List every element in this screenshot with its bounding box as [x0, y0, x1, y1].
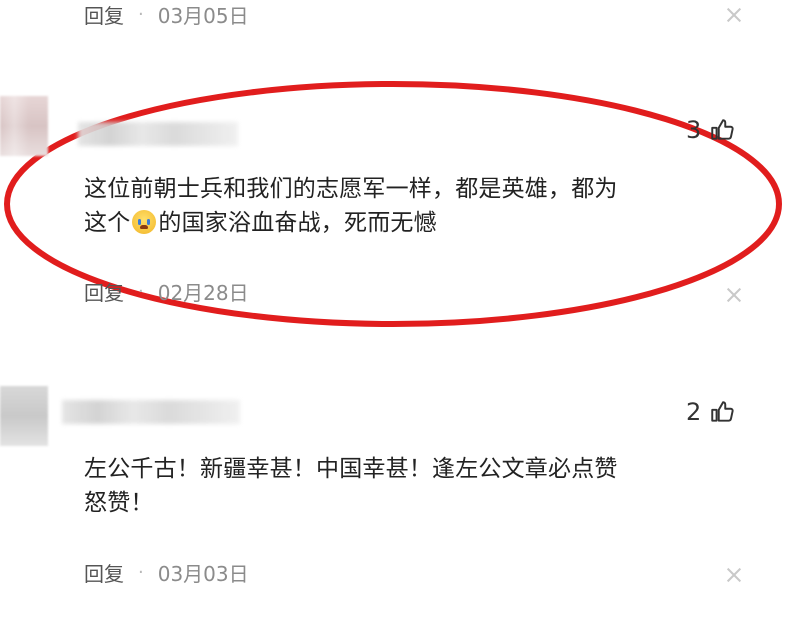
close-icon[interactable]	[727, 8, 741, 22]
avatar[interactable]	[0, 96, 48, 156]
comment-text: 这位前朝士兵和我们的志愿军一样，都是英雄，都为 这个 的国家浴血奋战，死而无憾	[84, 172, 784, 240]
comment-text-line: 这个 的国家浴血奋战，死而无憾	[84, 206, 784, 240]
comment-date: 02月28日	[157, 281, 249, 305]
reply-button[interactable]: 回复	[84, 0, 124, 29]
close-icon[interactable]	[727, 568, 741, 582]
close-icon[interactable]	[727, 288, 741, 302]
reply-button[interactable]: 回复	[84, 558, 124, 587]
username-blurred[interactable]	[62, 400, 240, 424]
separator-dot: ·	[138, 281, 144, 302]
comment-meta: 回复 · 02月28日	[84, 277, 249, 306]
comment-text-line: 怒赞！	[84, 490, 154, 516]
like-count: 2	[686, 398, 702, 426]
comment-text: 左公千古！新疆幸甚！中国幸甚！逢左公文章必点赞 怒赞！	[84, 452, 784, 520]
like-button[interactable]: 3	[686, 116, 735, 144]
comment-text-line: 这位前朝士兵和我们的志愿军一样，都是英雄，都为	[84, 176, 618, 202]
separator-dot: ·	[138, 562, 144, 583]
crying-face-emoji	[132, 210, 157, 234]
thumbs-up-icon	[711, 401, 734, 422]
comment-meta: 回复 · 03月05日	[84, 0, 249, 29]
avatar[interactable]	[0, 386, 48, 446]
comment-meta: 回复 · 03月03日	[84, 558, 249, 587]
comment-text-line: 左公千古！新疆幸甚！中国幸甚！逢左公文章必点赞	[84, 456, 618, 482]
reply-button[interactable]: 回复	[84, 277, 124, 306]
comment-text-segment: 这个	[84, 210, 131, 236]
like-count: 3	[686, 116, 702, 144]
thumbs-up-icon	[711, 119, 734, 140]
comment-date: 03月03日	[157, 562, 249, 586]
comment-text-segment: 的国家浴血奋战，死而无憾	[158, 210, 437, 236]
separator-dot: ·	[138, 4, 144, 25]
like-button[interactable]: 2	[686, 398, 735, 426]
highlight-ellipse	[4, 81, 782, 327]
username-blurred[interactable]	[78, 122, 238, 146]
comment-date: 03月05日	[157, 4, 249, 28]
